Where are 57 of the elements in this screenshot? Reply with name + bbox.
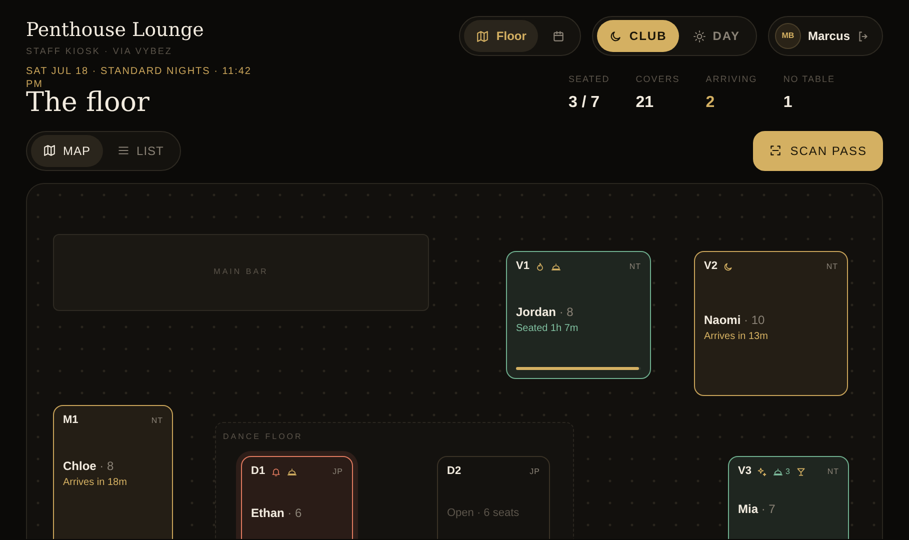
view-tab[interactable]: MAP bbox=[31, 134, 103, 166]
table-id: D1 bbox=[251, 464, 266, 480]
nav-tab[interactable]: Floor bbox=[464, 20, 538, 52]
table-id: V1 bbox=[516, 259, 530, 274]
guest-name: Ethan · 6 bbox=[251, 504, 303, 520]
table-id: V2 bbox=[704, 259, 718, 274]
guest-name: Naomi · 10 bbox=[704, 312, 766, 328]
user-avatar: MB bbox=[774, 23, 801, 49]
table-id: D2 bbox=[447, 464, 462, 480]
table-status-note: Arrives in 13m bbox=[704, 330, 769, 344]
table-id: M1 bbox=[63, 413, 78, 428]
logout-icon[interactable] bbox=[857, 30, 870, 42]
table-status-note: Arrives in 18m bbox=[63, 476, 128, 490]
stat-label: ARRIVING bbox=[706, 73, 758, 86]
page-title: The floor bbox=[26, 88, 150, 116]
moon-icon bbox=[609, 30, 622, 42]
view-tab[interactable]: LIST bbox=[104, 134, 176, 166]
app-subtitle: STAFF KIOSK · VIA VYBEZ bbox=[26, 45, 174, 58]
server-initials: NT bbox=[827, 466, 839, 478]
server-initials: JP bbox=[332, 466, 343, 478]
table-card[interactable]: M1 NT Chloe · 8 Arrives in 18m bbox=[53, 404, 173, 538]
mode-tab[interactable]: DAY bbox=[680, 20, 752, 52]
table-card[interactable]: V2 NT Naomi · 10 Arrives in 13m bbox=[694, 250, 848, 396]
app-title: Penthouse Lounge bbox=[26, 18, 204, 42]
table-status-note: Seated 1h 7m bbox=[516, 322, 580, 336]
stat-label: SEATED bbox=[568, 73, 610, 86]
table-status-note: Open · 6 seats bbox=[447, 506, 520, 520]
map-icon bbox=[43, 144, 56, 157]
scan-pass-button[interactable]: SCAN PASS bbox=[753, 130, 883, 170]
sun-icon bbox=[692, 30, 706, 42]
table-card[interactable]: V1 NT Jordan · 8 Seated 1h 7m bbox=[506, 250, 651, 378]
date-line: SAT JUL 18 · STANDARD NIGHTS · 11:42 PM bbox=[26, 64, 252, 90]
table-id: V3 bbox=[738, 464, 752, 480]
stat-value: 21 bbox=[636, 92, 655, 112]
scan-icon bbox=[769, 144, 782, 157]
table-card[interactable]: D2 JP Open · 6 seats bbox=[437, 456, 550, 538]
server-initials: NT bbox=[151, 414, 163, 426]
stat-label: NO TABLE bbox=[783, 73, 835, 86]
map-icon bbox=[476, 30, 490, 42]
user-chip[interactable]: MB Marcus bbox=[768, 16, 883, 56]
stat-label: COVERS bbox=[636, 73, 680, 86]
stat-value: 2 bbox=[706, 92, 716, 112]
server-initials: NT bbox=[629, 260, 641, 272]
server-initials: NT bbox=[826, 260, 838, 272]
zone-label: MAIN BAR bbox=[214, 266, 268, 278]
server-initials: JP bbox=[530, 466, 540, 478]
table-card[interactable]: V3 3 NT Mia · 7 bbox=[728, 456, 849, 538]
stat-value: 1 bbox=[783, 92, 794, 112]
mode-tab[interactable]: CLUB bbox=[597, 20, 679, 52]
guest-name: Chloe · 8 bbox=[63, 458, 115, 474]
user-name: Marcus bbox=[808, 28, 850, 45]
stat-value: 3 / 7 bbox=[568, 92, 601, 112]
guest-name: Jordan · 8 bbox=[516, 304, 574, 320]
list-icon bbox=[116, 144, 130, 157]
zone-label: DANCE FLOOR bbox=[223, 430, 303, 442]
icon-count: 3 bbox=[785, 466, 790, 478]
guest-name: Mia · 7 bbox=[738, 500, 776, 516]
